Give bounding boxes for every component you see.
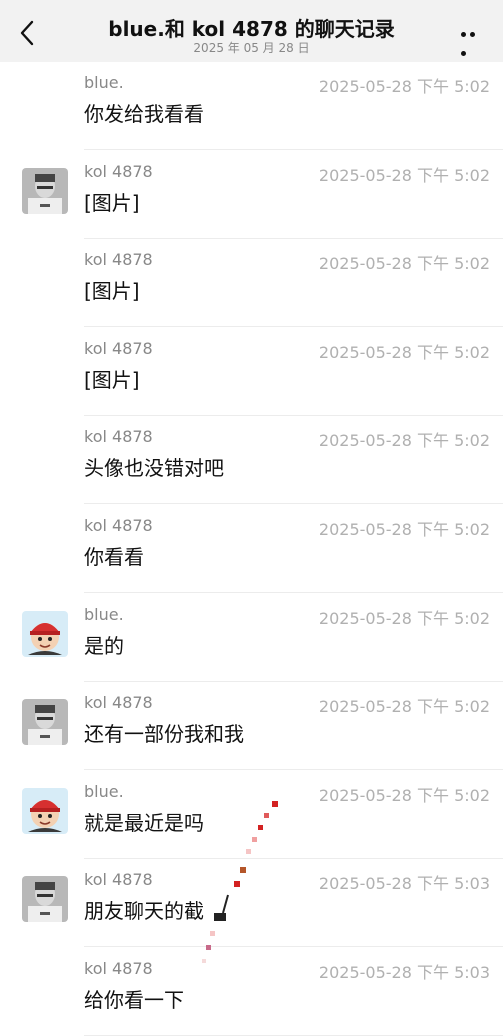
chat-record-item[interactable]: kol 4878 2025-05-28 下午 5:02 你看看 bbox=[0, 505, 503, 593]
back-button[interactable] bbox=[16, 18, 40, 48]
sender-name: blue. bbox=[84, 73, 124, 92]
chat-record-item[interactable]: blue. 2025-05-28 下午 5:02 就是最近是吗 bbox=[0, 771, 503, 859]
blue-avatar[interactable] bbox=[22, 610, 68, 657]
sender-name: kol 4878 bbox=[84, 959, 153, 978]
message-text: 你看看 bbox=[84, 545, 144, 569]
sender-name: kol 4878 bbox=[84, 161, 153, 181]
message-timestamp: 2025-05-28 下午 5:02 bbox=[318, 165, 490, 185]
message-text: 给你看一下 bbox=[84, 988, 184, 1012]
chat-record-item[interactable]: blue. 2025-05-28 下午 5:02 是的 bbox=[0, 594, 503, 682]
kol-avatar[interactable] bbox=[22, 699, 68, 746]
more-horizontal-icon bbox=[461, 32, 466, 37]
more-dot bbox=[461, 51, 466, 56]
chat-record-item[interactable]: kol 4878 2025-05-28 下午 5:02 还有一部份我和我 bbox=[0, 682, 503, 771]
message-timestamp: 2025-05-28 下午 5:02 bbox=[318, 431, 490, 451]
message-text: [图片] bbox=[84, 367, 140, 392]
top-bar: blue.和 kol 4878 的聊天记录 2025 年 05 月 28 日 bbox=[0, 0, 503, 62]
message-timestamp: 2025-05-28 下午 5:02 bbox=[318, 697, 490, 717]
more-button[interactable] bbox=[461, 22, 487, 56]
sender-name: kol 4878 bbox=[84, 250, 153, 270]
message-text: 你发给我看看 bbox=[84, 102, 204, 126]
chat-record-item[interactable]: kol 4878 2025-05-28 下午 5:02 [图片] bbox=[0, 151, 503, 239]
blue-avatar[interactable] bbox=[22, 787, 68, 834]
sender-name: kol 4878 bbox=[84, 516, 153, 535]
message-timestamp: 2025-05-28 下午 5:03 bbox=[318, 963, 490, 982]
sender-name: blue. bbox=[84, 604, 124, 624]
message-timestamp: 2025-05-28 下午 5:02 bbox=[318, 77, 490, 96]
chat-record-item[interactable]: kol 4878 2025-05-28 下午 5:02 [图片] bbox=[0, 239, 503, 328]
page-date: 2025 年 05 月 28 日 bbox=[193, 41, 310, 55]
sender-name: kol 4878 bbox=[84, 427, 153, 447]
chat-record-item[interactable]: kol 4878 2025-05-28 下午 5:02 头像也没错对吧 bbox=[0, 416, 503, 505]
message-text: [图片] bbox=[84, 190, 140, 215]
message-text: 就是最近是吗 bbox=[84, 810, 204, 835]
sender-name: blue. bbox=[84, 781, 124, 801]
page-title: blue.和 kol 4878 的聊天记录 bbox=[108, 17, 395, 41]
message-timestamp: 2025-05-28 下午 5:02 bbox=[318, 608, 490, 628]
message-text: 头像也没错对吧 bbox=[84, 456, 224, 481]
message-timestamp: 2025-05-28 下午 5:02 bbox=[318, 342, 490, 362]
message-text: 还有一部份我和我 bbox=[84, 722, 244, 747]
sender-name: kol 4878 bbox=[84, 693, 153, 713]
chevron-left-icon bbox=[20, 20, 34, 46]
more-dot bbox=[470, 32, 475, 37]
message-timestamp: 2025-05-28 下午 5:02 bbox=[318, 785, 490, 805]
message-text: 是的 bbox=[84, 633, 124, 658]
message-timestamp: 2025-05-28 下午 5:03 bbox=[318, 874, 490, 894]
kol-avatar[interactable] bbox=[22, 876, 68, 923]
message-timestamp: 2025-05-28 下午 5:02 bbox=[318, 520, 490, 539]
kol-avatar[interactable] bbox=[22, 167, 68, 214]
sender-name: kol 4878 bbox=[84, 870, 153, 890]
message-text: [图片] bbox=[84, 279, 140, 304]
chat-record-item[interactable]: blue. 2025-05-28 下午 5:02 你发给我看看 bbox=[0, 62, 503, 150]
chat-record-item[interactable]: kol 4878 2025-05-28 下午 5:02 [图片] bbox=[0, 328, 503, 416]
chat-record-item[interactable]: kol 4878 2025-05-28 下午 5:03 给你看一下 bbox=[0, 948, 503, 1036]
chat-record-item[interactable]: kol 4878 2025-05-28 下午 5:03 朋友聊天的截 bbox=[0, 859, 503, 948]
sender-name: kol 4878 bbox=[84, 338, 153, 358]
message-timestamp: 2025-05-28 下午 5:02 bbox=[318, 254, 490, 274]
message-text: 朋友聊天的截 bbox=[84, 899, 204, 924]
